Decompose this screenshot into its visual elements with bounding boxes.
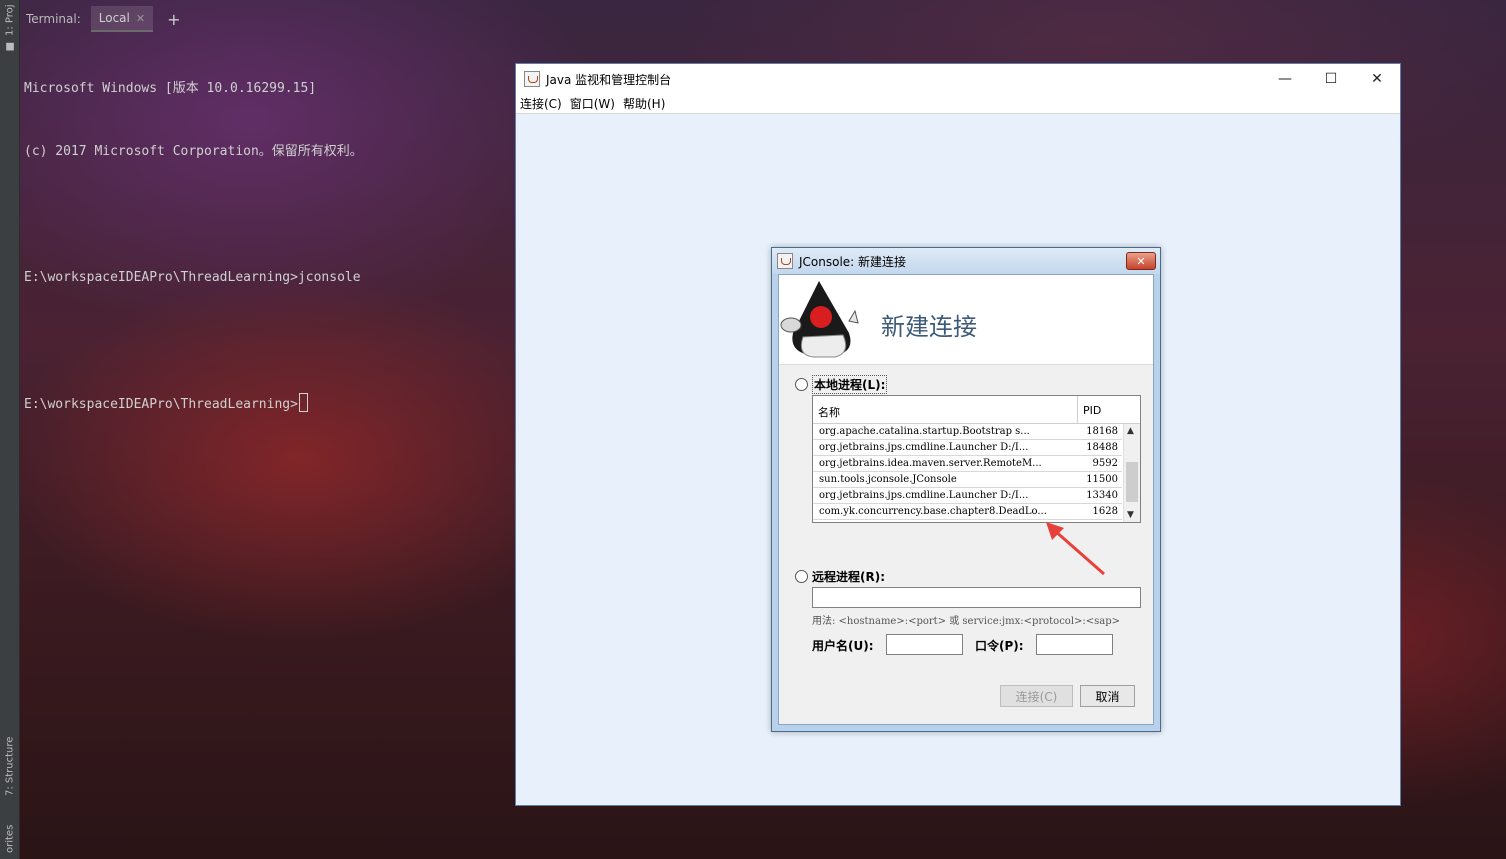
process-rows: org.apache.catalina.startup.Bootstrap s.…: [813, 424, 1122, 520]
menu-connection[interactable]: 连接(C): [520, 95, 562, 112]
process-pid: 13340: [1086, 490, 1118, 501]
local-process-label: 本地进程(L):: [812, 375, 888, 394]
scroll-up-icon[interactable]: ▲: [1127, 426, 1134, 436]
close-icon[interactable]: ✕: [136, 12, 145, 25]
process-row[interactable]: org.jetbrains.jps.cmdline.Launcher D:/I.…: [813, 488, 1122, 504]
maximize-button[interactable]: ☐: [1308, 64, 1354, 94]
duke-mascot-icon: [780, 281, 859, 358]
column-header-name[interactable]: 名称: [813, 396, 1078, 423]
terminal-line: E:\workspaceIDEAPro\ThreadLearning>jcons…: [24, 270, 361, 285]
dialog-banner: 新建连接: [779, 275, 1153, 365]
process-row[interactable]: org.jetbrains.jps.cmdline.Launcher D:/I.…: [813, 440, 1122, 456]
usage-hint: 用法: <hostname>:<port> 或 service:jmx:<pro…: [812, 616, 1121, 627]
menu-window[interactable]: 窗口(W): [570, 95, 615, 112]
remote-process-label: 远程进程(R):: [812, 570, 886, 584]
process-name: org.jetbrains.idea.maven.server.RemoteM.…: [819, 458, 1042, 469]
java-cup-icon: [524, 71, 540, 87]
process-pid: 18488: [1086, 442, 1118, 453]
remote-process-option[interactable]: 远程进程(R):: [795, 568, 885, 585]
banner-title: 新建连接: [881, 313, 977, 341]
process-name: sun.tools.jconsole.JConsole: [819, 474, 957, 485]
process-name: com.yk.concurrency.base.chapter8.DeadLo.…: [819, 506, 1047, 517]
main-titlebar[interactable]: Java 监视和管理控制台 — ☐ ✕: [516, 64, 1400, 94]
dialog-close-button[interactable]: ✕: [1126, 252, 1156, 270]
local-process-option[interactable]: 本地进程(L):: [795, 375, 888, 394]
terminal-prompt: E:\workspaceIDEAPro\ThreadLearning>: [24, 397, 298, 412]
favorites-tool-tab[interactable]: orites: [1, 818, 19, 859]
process-pid: 1628: [1092, 506, 1118, 517]
terminal-label: Terminal:: [26, 12, 81, 26]
main-menubar: 连接(C) 窗口(W) 帮助(H): [516, 94, 1400, 114]
dialog-body: 新建连接 本地进程(L): 名称 PID org.apache.catalina…: [778, 274, 1154, 725]
column-header-pid[interactable]: PID: [1078, 396, 1122, 423]
folder-icon: ■: [4, 41, 16, 53]
main-window-title: Java 监视和管理控制台: [546, 72, 672, 87]
terminal-prompt-line: E:\workspaceIDEAPro\ThreadLearning>: [24, 393, 363, 415]
local-process-radio[interactable]: [795, 378, 808, 391]
process-name: org.jetbrains.jps.cmdline.Launcher D:/I.…: [819, 442, 1029, 453]
scroll-down-icon[interactable]: ▼: [1127, 510, 1134, 520]
process-table-scrollbar[interactable]: ▲ ▼: [1123, 424, 1140, 522]
ide-tool-strip: 1: Proj ■ 7: Structure orites: [0, 0, 20, 859]
password-field[interactable]: [1036, 634, 1113, 655]
process-row[interactable]: sun.tools.jconsole.JConsole 11500: [813, 472, 1122, 488]
terminal-tab-local[interactable]: Local ✕: [90, 6, 154, 32]
process-name: org.apache.catalina.startup.Bootstrap s.…: [819, 426, 1030, 437]
project-tab-label: 1: Proj: [4, 4, 16, 36]
connect-button[interactable]: 连接(C): [1000, 685, 1073, 707]
process-name: org.jetbrains.jps.cmdline.Launcher D:/I.…: [819, 490, 1029, 501]
username-field[interactable]: [886, 634, 963, 655]
annotation-arrow-icon: [1046, 522, 1105, 576]
terminal-line: (c) 2017 Microsoft Corporation。保留所有权利。: [24, 144, 363, 159]
process-row[interactable]: org.apache.catalina.startup.Bootstrap s.…: [813, 424, 1122, 440]
project-tool-tab[interactable]: 1: Proj: [1, 0, 19, 40]
java-cup-icon: [777, 253, 793, 269]
text-cursor: [298, 393, 308, 412]
favorites-tab-label: orites: [4, 824, 16, 853]
structure-tool-tab[interactable]: 7: Structure: [1, 726, 19, 806]
add-terminal-icon[interactable]: +: [167, 10, 180, 29]
terminal-header: Terminal: Local ✕ +: [20, 6, 420, 32]
username-label: 用户名(U):: [812, 639, 874, 653]
cancel-button[interactable]: 取消: [1080, 685, 1135, 707]
password-label: 口令(P):: [975, 639, 1024, 653]
new-connection-dialog: JConsole: 新建连接 ✕ 新建连接 本地进程(L): 名称 PID or…: [771, 247, 1161, 732]
process-pid: 18168: [1086, 426, 1118, 437]
structure-tab-label: 7: Structure: [4, 736, 16, 796]
terminal-output[interactable]: Microsoft Windows [版本 10.0.16299.15] (c)…: [24, 36, 363, 436]
process-row[interactable]: org.jetbrains.idea.maven.server.RemoteM.…: [813, 456, 1122, 472]
remote-url-input[interactable]: [812, 587, 1141, 608]
minimize-button[interactable]: —: [1262, 64, 1308, 94]
process-pid: 9592: [1092, 458, 1118, 469]
dialog-title: JConsole: 新建连接: [799, 254, 907, 269]
dialog-titlebar[interactable]: JConsole: 新建连接 ✕: [772, 248, 1160, 274]
process-table[interactable]: 名称 PID org.apache.catalina.startup.Boots…: [812, 395, 1141, 523]
terminal-line: Microsoft Windows [版本 10.0.16299.15]: [24, 81, 317, 96]
process-pid: 11500: [1086, 474, 1118, 485]
close-button[interactable]: ✕: [1354, 64, 1400, 94]
process-table-header: 名称 PID: [813, 396, 1140, 424]
scrollbar-thumb[interactable]: [1126, 462, 1138, 502]
menu-help[interactable]: 帮助(H): [623, 95, 665, 112]
terminal-tab-label: Local: [98, 11, 130, 25]
remote-process-radio[interactable]: [795, 570, 808, 583]
